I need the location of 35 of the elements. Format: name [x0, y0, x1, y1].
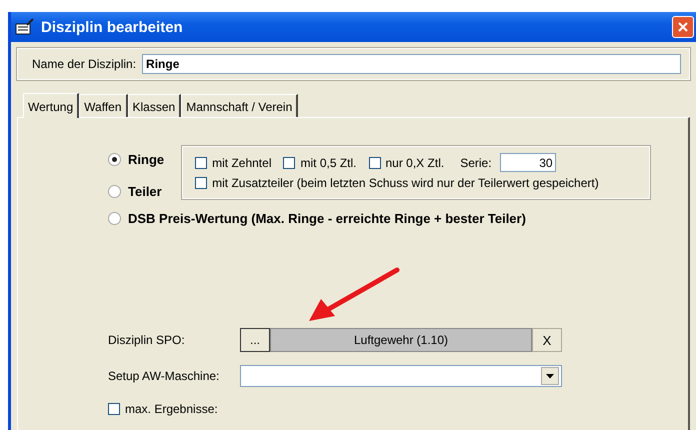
radio-label: Ringe: [128, 152, 164, 167]
checkbox[interactable]: [195, 177, 208, 189]
checkbox-label: mit Zusatzteiler (beim letzten Schuss wird nur der Teilerwert gespeichert): [212, 176, 599, 190]
tab[interactable]: Mannschaft / Verein: [181, 94, 298, 117]
field-label: Name der Disziplin:: [32, 57, 136, 71]
checkbox[interactable]: [368, 156, 380, 168]
clear-button[interactable]: X: [532, 328, 562, 352]
dropdown-button[interactable]: [541, 367, 559, 385]
tab[interactable]: Wertung: [23, 93, 80, 118]
browse-button[interactable]: ...: [240, 328, 270, 352]
close-button[interactable]: [672, 16, 694, 38]
radio-button[interactable]: [108, 153, 121, 166]
window-title: Disziplin bearbeiten: [41, 18, 184, 36]
close-icon: [677, 21, 689, 33]
field-label: Disziplin SPO:: [108, 333, 186, 347]
radio-label: Teiler: [128, 184, 162, 199]
tab[interactable]: Klassen: [128, 94, 182, 117]
field-label: Serie:: [460, 156, 492, 170]
checkbox[interactable]: [195, 156, 208, 168]
radio-label: DSB Preis-Wertung (Max. Ringe - erreichte Ringe + bester Teiler): [128, 211, 526, 226]
field-label: Setup AW-Maschine:: [108, 369, 220, 383]
checkbox[interactable]: [108, 403, 120, 415]
radio-button[interactable]: [108, 212, 121, 225]
checkbox-label: mit Zehntel: [212, 156, 272, 170]
app-icon: [15, 18, 35, 36]
discipline-field: Luftgewehr (1.10): [270, 328, 532, 352]
checkbox[interactable]: [283, 156, 296, 168]
name-field[interactable]: Ringe: [142, 54, 681, 74]
checkbox-label: nur 0,X Ztl.: [386, 156, 444, 170]
checkbox-label: max. Ergebnisse:: [125, 402, 218, 416]
tab[interactable]: Waffen: [79, 94, 128, 117]
checkbox-label: mit 0,5 Ztl.: [300, 156, 356, 170]
radio-button[interactable]: [108, 185, 121, 198]
caret-icon: [546, 374, 554, 378]
series-field[interactable]: 30: [500, 153, 556, 172]
